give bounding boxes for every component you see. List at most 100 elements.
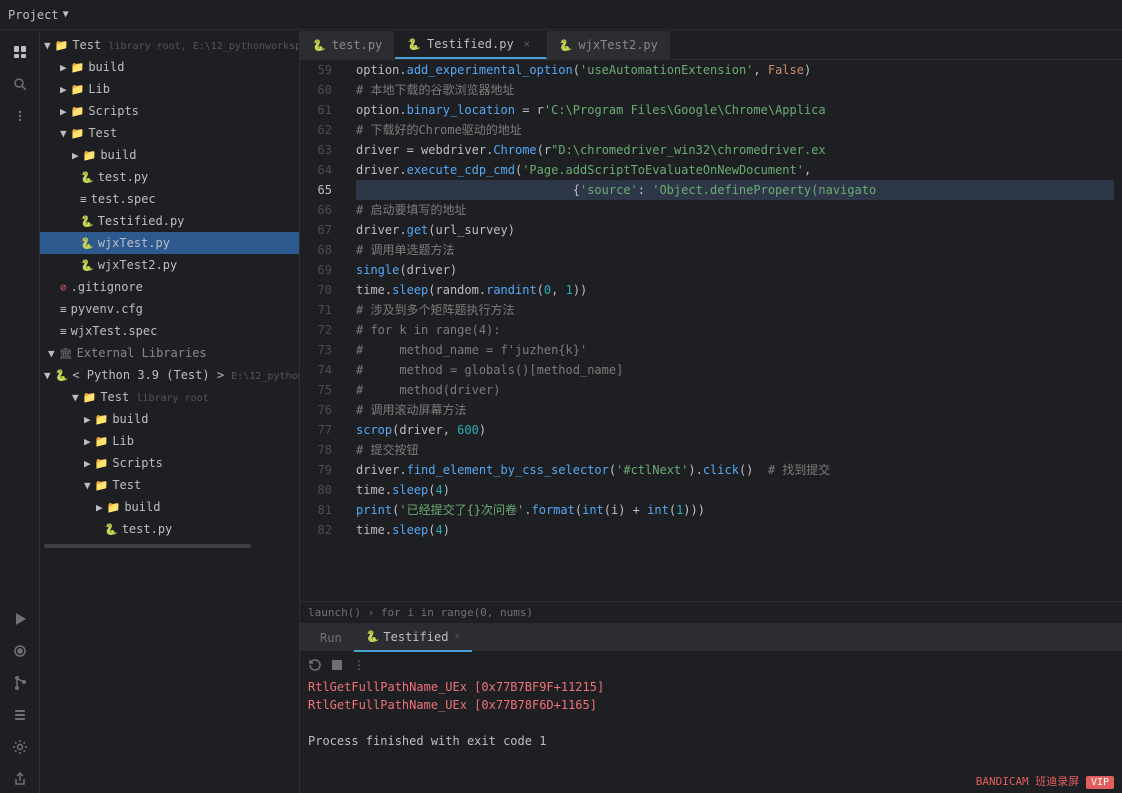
sidebar-icon-files[interactable] — [6, 38, 34, 66]
console-line-3 — [308, 714, 1114, 732]
line-num-63: 63 — [308, 140, 340, 160]
code-line-71: # 涉及到多个矩阵题执行方法 — [356, 300, 1114, 320]
more-icon: ⋮ — [353, 658, 365, 672]
panel-tab-testified[interactable]: 🐍 Testified ✕ — [354, 624, 473, 652]
code-content[interactable]: option.add_experimental_option('useAutom… — [348, 60, 1122, 601]
tree-item-test-folder[interactable]: ▼ 📁 Test — [40, 122, 299, 144]
sidebar-icons — [0, 30, 40, 793]
expand-icon: ▶ — [84, 457, 91, 470]
tab-wjxtest2-py[interactable]: 🐍 wjxTest2.py — [547, 31, 671, 59]
line-num-74: 74 — [308, 360, 340, 380]
sidebar-icon-more[interactable] — [6, 102, 34, 130]
tree-item-wjxtest-spec[interactable]: ≡ wjxTest.spec — [40, 320, 299, 342]
tab-test-py[interactable]: 🐍 test.py — [300, 31, 395, 59]
stop-button[interactable] — [328, 656, 346, 674]
sidebar-icon-debug[interactable] — [6, 637, 34, 665]
run-tab-label: Run — [320, 631, 342, 645]
tree-item-scripts1[interactable]: ▶ 📁 Scripts — [40, 100, 299, 122]
line-num-66: 66 — [308, 200, 340, 220]
restart-button[interactable] — [306, 656, 324, 674]
sidebar-icon-run[interactable] — [6, 605, 34, 633]
folder-icon: 📁 — [95, 479, 109, 492]
tree-item-scripts2[interactable]: ▶ 📁 Scripts — [40, 452, 299, 474]
line-num-72: 72 — [308, 320, 340, 340]
python-env-icon: 🐍 — [55, 369, 69, 382]
tree-item-test-folder2[interactable]: ▼ 📁 Test — [40, 474, 299, 496]
code-line-59: option.add_experimental_option('useAutom… — [356, 60, 1114, 80]
code-line-65: {'source': 'Object.defineProperty(naviga… — [356, 180, 1114, 200]
code-line-82: time.sleep(4) — [356, 520, 1114, 540]
sidebar-icon-share[interactable] — [6, 765, 34, 793]
line-num-82: 82 — [308, 520, 340, 540]
line-num-75: 75 — [308, 380, 340, 400]
tree-item-build4[interactable]: ▶ 📁 build — [40, 496, 299, 518]
panel-tab-close-button[interactable]: ✕ — [454, 631, 460, 642]
project-label[interactable]: Project ▼ — [8, 8, 69, 22]
expand-icon: ▶ — [72, 149, 79, 162]
line-num-69: 69 — [308, 260, 340, 280]
tree-label: test.spec — [91, 192, 156, 206]
breadcrumb: launch() › for i in range(0, nums) — [300, 601, 1122, 623]
tree-label: wjxTest.py — [98, 236, 170, 250]
code-line-80: time.sleep(4) — [356, 480, 1114, 500]
sidebar-icon-git[interactable] — [6, 669, 34, 697]
spec-file-icon: ≡ — [60, 325, 67, 338]
sidebar-icon-layers[interactable] — [6, 701, 34, 729]
panel-tab-run[interactable]: Run — [308, 624, 354, 652]
folder-icon: 📁 — [71, 105, 85, 118]
tree-label: Scripts — [112, 456, 163, 470]
tree-item-build3[interactable]: ▶ 📁 build — [40, 408, 299, 430]
expand-icon: ▶ — [96, 501, 103, 514]
tree-item-test-spec[interactable]: ≡ test.spec — [40, 188, 299, 210]
tree-item-build1[interactable]: ▶ 📁 build — [40, 56, 299, 78]
tree-item-lib2[interactable]: ▶ 📁 Lib — [40, 430, 299, 452]
line-num-65: 65 — [308, 180, 340, 200]
tree-item-test-py[interactable]: 🐍 test.py — [40, 166, 299, 188]
folder-icon: 📁 — [83, 149, 97, 162]
tree-item-wjxtest-py[interactable]: 🐍 wjxTest.py — [40, 232, 299, 254]
line-num-80: 80 — [308, 480, 340, 500]
tree-item-ext-libs[interactable]: ▼ 🏛 External Libraries — [40, 342, 299, 364]
watermark-text: BANDICAM 班迪录屏 — [976, 775, 1080, 788]
code-editor[interactable]: 59 60 61 62 63 64 65 66 67 68 69 70 71 7… — [300, 60, 1122, 601]
tree-label: Test library root — [100, 390, 208, 404]
folder-icon: 📁 — [71, 61, 85, 74]
tab-close-button[interactable]: ✕ — [520, 37, 534, 51]
tree-item-gitignore[interactable]: ⊘ .gitignore — [40, 276, 299, 298]
code-line-81: print('已经提交了{}次问卷'.format(int(i) + int(1… — [356, 500, 1114, 520]
tree-label: External Libraries — [77, 346, 207, 360]
tab-testified-py[interactable]: 🐍 Testified.py ✕ — [395, 31, 546, 59]
tree-label: .gitignore — [71, 280, 143, 294]
tree-item-pyvenv[interactable]: ≡ pyvenv.cfg — [40, 298, 299, 320]
tree-item-wjxtest2-py[interactable]: 🐍 wjxTest2.py — [40, 254, 299, 276]
tree-item-test-libroot[interactable]: ▼ 📁 Test library root — [40, 386, 299, 408]
line-num-59: 59 — [308, 60, 340, 80]
sidebar-icon-search[interactable] — [6, 70, 34, 98]
expand-icon: ▶ — [60, 61, 67, 74]
cfg-file-icon: ≡ — [60, 303, 67, 316]
expand-icon: ▼ — [60, 127, 67, 140]
panel-tabs: Run 🐍 Testified ✕ — [300, 624, 1122, 652]
tree-item-lib1[interactable]: ▶ 📁 Lib — [40, 78, 299, 100]
chevron-down-icon: ▼ — [63, 9, 69, 20]
python-icon: 🐍 — [559, 39, 573, 52]
tree-item-python39[interactable]: ▼ 🐍 < Python 3.9 (Test) > E:\12_pythonwo… — [40, 364, 299, 386]
more-options-button[interactable]: ⋮ — [350, 656, 368, 674]
line-num-81: 81 — [308, 500, 340, 520]
tree-item-test-root[interactable]: ▼ 📁 Test library root, E:\12_pythonworks… — [40, 34, 299, 56]
tree-item-build2[interactable]: ▶ 📁 build — [40, 144, 299, 166]
expand-icon: ▶ — [60, 83, 67, 96]
sidebar-icon-settings[interactable] — [6, 733, 34, 761]
tree-label: pyvenv.cfg — [71, 302, 143, 316]
tree-label: build — [88, 60, 124, 74]
tree-item-test-py2[interactable]: 🐍 test.py — [40, 518, 299, 540]
tree-label: Lib — [112, 434, 134, 448]
tab-label: wjxTest2.py — [578, 38, 657, 52]
python-file-icon: 🐍 — [80, 171, 94, 184]
tree-label: Lib — [88, 82, 110, 96]
line-num-70: 70 — [308, 280, 340, 300]
tree-item-testified-py[interactable]: 🐍 Testified.py — [40, 210, 299, 232]
line-num-71: 71 — [308, 300, 340, 320]
gitignore-file-icon: ⊘ — [60, 281, 67, 294]
line-num-78: 78 — [308, 440, 340, 460]
